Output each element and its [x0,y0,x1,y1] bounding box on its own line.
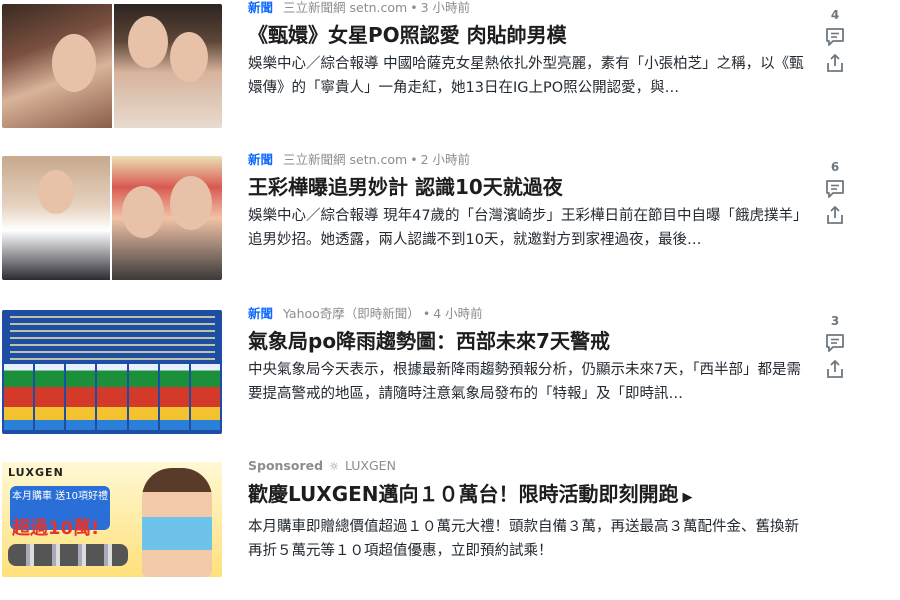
source-label: Yahoo奇摩（即時新聞） [283,306,420,321]
sponsored-label: Sponsored [248,458,324,473]
photo-left [2,4,112,128]
ad-title: 歡慶LUXGEN邁向１０萬台！限時活動即刻開跑 [248,482,679,506]
summary-text: 娛樂中心／綜合報導 中國哈薩克女星熱依扎外型亮麗，素有「小張柏芝」之稱，以《甄嬛… [248,56,804,96]
headline-link[interactable]: 氣象局po降雨趨勢圖：西部未來7天警戒 [248,328,808,354]
item-actions: 6 [820,160,850,226]
thumbnail-image[interactable] [2,156,222,280]
item-meta: 新聞 三立新聞網 setn.com • 3 小時前 [248,0,808,16]
list-item[interactable]: 新聞 Yahoo奇摩（即時新聞） • 4 小時前 氣象局po降雨趨勢圖：西部未來7天警… [0,306,900,446]
ad-image[interactable]: LUXGEN 本月購車 送10項好禮 超過10萬! [2,462,222,577]
share-icon[interactable] [824,52,846,74]
separator-dot: • [410,0,418,15]
comment-icon[interactable] [824,178,846,200]
item-meta: Sponsored ☼ LUXGEN [248,458,808,475]
ad-logo: LUXGEN [8,466,64,479]
ad-headline: 超過10萬! [12,518,100,539]
advertiser-label: LUXGEN [344,458,396,473]
item-meta: 新聞 三立新聞網 setn.com • 2 小時前 [248,152,808,168]
item-actions: 3 [820,314,850,380]
category-label: 新聞 [248,306,274,321]
comment-count: 3 [830,314,840,328]
cars-graphic [8,544,128,566]
comment-icon[interactable] [824,26,846,48]
headline-link[interactable]: 歡慶LUXGEN邁向１０萬台！限時活動即刻開跑 ▶ [248,481,808,511]
category-label: 新聞 [248,152,274,167]
source-label: 三立新聞網 setn.com [283,152,408,167]
play-triangle-icon: ▶ [682,490,693,505]
thumbnail-image[interactable] [2,310,222,434]
sun-icon: ☼ [329,460,339,473]
comment-count: 4 [830,8,840,22]
list-item[interactable]: 新聞 三立新聞網 setn.com • 3 小時前 《甄嬛》女星PO照認愛 肉貼帥男模… [0,0,900,140]
photo-right [112,156,222,280]
separator-dot: • [422,306,431,321]
summary-text: 娛樂中心／綜合報導 現年47歲的「台灣濱崎步」王彩樺日前在節目中自曝「餓虎撲羊」… [248,208,808,248]
model-graphic [142,468,212,577]
comment-count: 6 [830,160,840,174]
headline-link[interactable]: 《甄嬛》女星PO照認愛 肉貼帥男模 [248,22,808,48]
item-actions: 4 [820,8,850,74]
thumbnail-image[interactable] [2,4,222,128]
category-label: 新聞 [248,0,274,15]
sponsored-item[interactable]: LUXGEN 本月購車 送10項好禮 超過10萬! Sponsored ☼ LUXG… [0,458,900,590]
weather-map-image [2,310,222,434]
timestamp: 4 小時前 [433,306,483,321]
timestamp: 2 小時前 [420,152,470,167]
ad-banner: LUXGEN 本月購車 送10項好禮 超過10萬! [2,462,222,577]
share-icon[interactable] [824,358,846,380]
summary-text: 本月購車即贈總價值超過１０萬元大禮！頭款自備３萬，再送最高３萬配件金、舊換新再折… [248,519,799,559]
separator-dot: • [410,152,418,167]
photo-right [114,4,222,128]
source-label: 三立新聞網 setn.com [283,0,408,15]
headline-link[interactable]: 王彩樺曝追男妙計 認識10天就過夜 [248,174,808,200]
item-meta: 新聞 Yahoo奇摩（即時新聞） • 4 小時前 [248,306,808,322]
timestamp: 3 小時前 [420,0,470,15]
summary-text: 中央氣象局今天表示，根據最新降雨趨勢預報分析，仍顯示未來7天，「西半部」都是需要… [248,362,801,402]
photo-left [2,156,110,280]
share-icon[interactable] [824,204,846,226]
comment-icon[interactable] [824,332,846,354]
news-feed: 新聞 三立新聞網 setn.com • 3 小時前 《甄嬛》女星PO照認愛 肉貼帥男模… [0,0,900,600]
list-item[interactable]: 新聞 三立新聞網 setn.com • 2 小時前 王彩樺曝追男妙計 認識10天就過夜… [0,152,900,292]
